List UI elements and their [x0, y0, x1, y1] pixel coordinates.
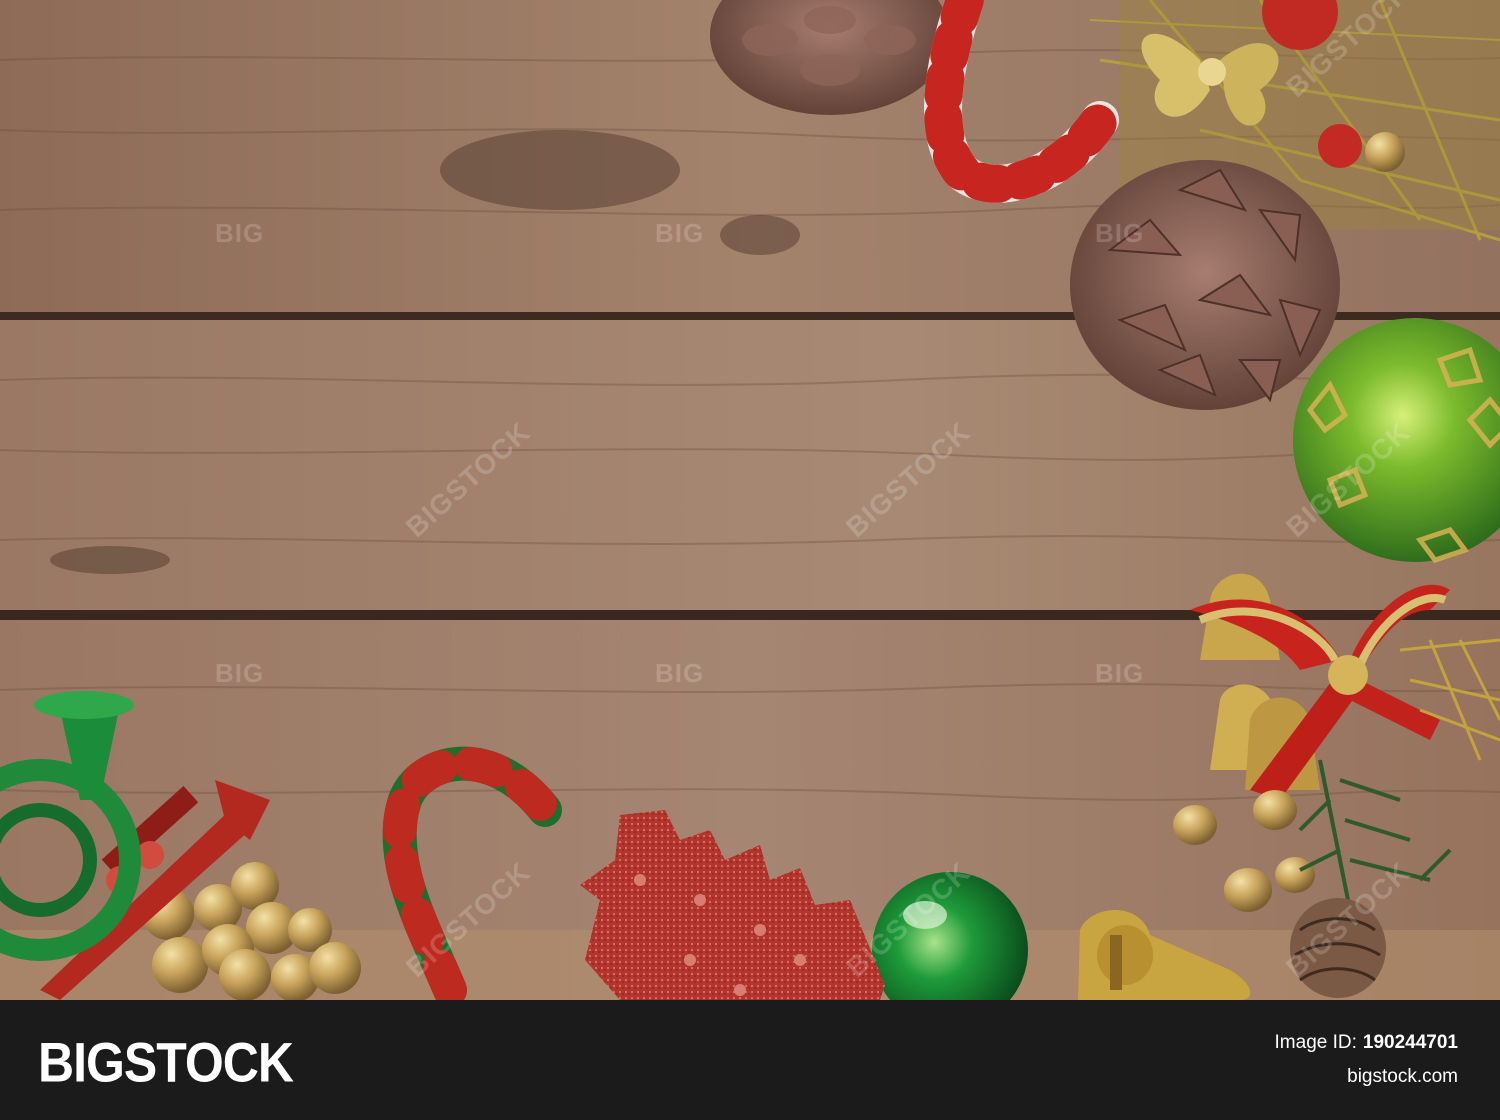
site-url: bigstock.com: [1347, 1066, 1458, 1087]
pine-cone-large: [1070, 160, 1340, 410]
image-id-value: 190244701: [1362, 1032, 1458, 1053]
stock-photo: BIG BIG BIG BIG BIG BIG BIGSTOCK BIGSTOC…: [0, 0, 1500, 1000]
brand-logo: BIGSTOCK: [38, 1031, 294, 1094]
red-berry: [1318, 124, 1362, 168]
gold-berry: [1365, 132, 1405, 172]
stock-footer: BIGSTOCK Image ID: 190244701 bigstock.com: [0, 1000, 1500, 1120]
image-id-line: Image ID: 190244701: [1275, 1032, 1458, 1054]
image-id-label: Image ID:: [1274, 1032, 1357, 1053]
pine-cone-small: [1290, 898, 1386, 998]
photo-canvas: [0, 0, 1500, 1000]
